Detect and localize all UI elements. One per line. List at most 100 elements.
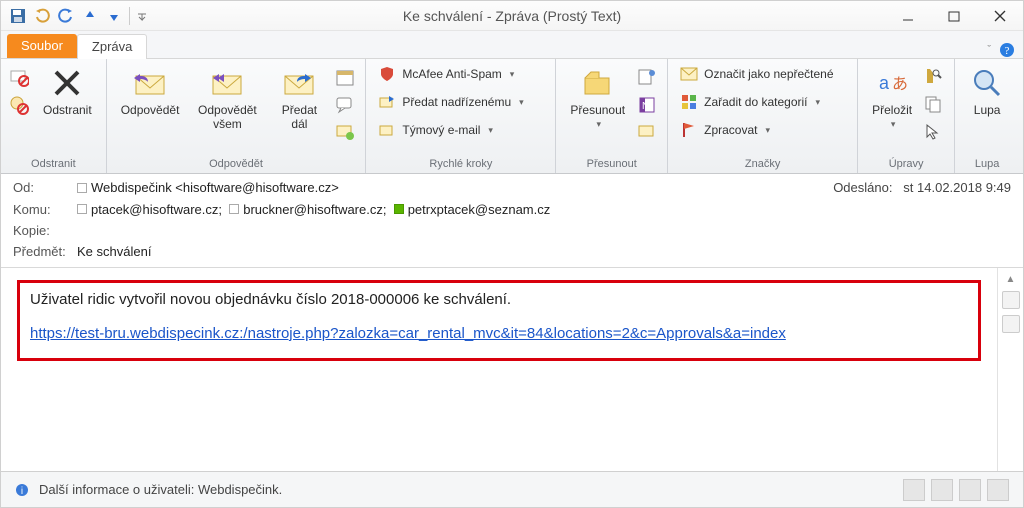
svg-text:i: i (21, 486, 23, 497)
flag-icon (680, 121, 698, 139)
presence-icon (77, 183, 87, 193)
im-reply-icon[interactable] (335, 95, 357, 117)
group-respond: Odpovědět Odpovědět všem Předat dál Odpo… (107, 59, 367, 173)
svg-text:?: ? (1005, 45, 1010, 57)
reply-all-button[interactable]: Odpovědět všem (191, 63, 263, 133)
cc-value (77, 223, 1011, 238)
people-pane-icon[interactable] (1002, 291, 1020, 309)
message-body-wrap: Uživatel ridic vytvořil novou objednávku… (1, 268, 1023, 471)
delete-icon (49, 65, 85, 101)
delete-button[interactable]: Odstranit (37, 63, 98, 119)
group-editing-label: Úpravy (866, 156, 946, 171)
message-body[interactable]: Uživatel ridic vytvořil novou objednávku… (1, 268, 997, 471)
group-move: Přesunout ▾ N Přesunout (556, 59, 668, 173)
zoom-icon (969, 65, 1005, 101)
followup-button[interactable]: Zpracovat▾ (676, 119, 849, 141)
window-controls (885, 1, 1023, 31)
subject-value: Ke schválení (77, 244, 1011, 259)
group-delete-label: Odstranit (9, 156, 98, 171)
forward-button[interactable]: Předat dál (269, 63, 329, 133)
qat-customize-icon[interactable] (129, 7, 147, 25)
from-label: Od: (13, 180, 77, 196)
to-values: ptacek@hisoftware.cz; bruckner@hisoftwar… (77, 202, 1011, 218)
group-tags: Označit jako nepřečtené Zařadit do kateg… (668, 59, 858, 173)
quick-antispam[interactable]: McAfee Anti-Spam▾ (374, 63, 547, 85)
delete-label: Odstranit (43, 103, 92, 117)
reply-icon (132, 65, 168, 101)
meeting-icon[interactable] (335, 67, 357, 89)
group-move-label: Přesunout (564, 156, 659, 171)
contact-photo[interactable] (959, 479, 981, 501)
presence-icon (77, 204, 87, 214)
reading-pane-tools: ▲ (997, 268, 1023, 471)
forward-icon (281, 65, 317, 101)
cc-label: Kopie: (13, 223, 77, 238)
reply-all-icon (209, 65, 245, 101)
contact-photo[interactable] (987, 479, 1009, 501)
tab-message[interactable]: Zpráva (77, 34, 147, 59)
help-icon[interactable]: ? (999, 42, 1015, 58)
rules-icon[interactable] (637, 67, 659, 89)
onenote-icon[interactable]: N (637, 95, 659, 117)
group-zoom: Lupa Lupa (955, 59, 1019, 173)
group-zoom-label: Lupa (963, 156, 1011, 171)
close-button[interactable] (977, 1, 1023, 31)
quick-access-toolbar (1, 7, 147, 25)
message-headers: Od: Webdispečink <hisoftware@hisoftware.… (1, 174, 1023, 263)
move-icon (580, 65, 616, 101)
scroll-up-icon[interactable]: ▲ (1006, 274, 1016, 285)
forward-small-icon (378, 93, 396, 111)
actions-icon[interactable] (637, 123, 659, 145)
maximize-button[interactable] (931, 1, 977, 31)
sent-label: Odesláno: (833, 180, 892, 195)
group-delete: Odstranit Odstranit (1, 59, 107, 173)
svg-text:あ: あ (892, 75, 908, 93)
categorize-button[interactable]: Zařadit do kategorií▾ (676, 91, 849, 113)
save-icon[interactable] (9, 7, 27, 25)
group-quick-steps: McAfee Anti-Spam▾ Předat nadřízenému▾ Tý… (366, 59, 556, 173)
highlight-box: Uživatel ridic vytvořil novou objednávku… (17, 280, 981, 361)
svg-text:a: a (879, 73, 890, 93)
subject-label: Předmět: (13, 244, 77, 259)
select-icon[interactable] (924, 123, 946, 145)
mark-unread-button[interactable]: Označit jako nepřečtené (676, 63, 849, 85)
hand-icon[interactable] (1002, 315, 1020, 333)
approval-link[interactable]: https://test-bru.webdispecink.cz:/nastro… (30, 325, 786, 342)
titlebar: Ke schválení - Zpráva (Prostý Text) (1, 1, 1023, 31)
contact-photo[interactable] (931, 479, 953, 501)
tab-file[interactable]: Soubor (7, 34, 77, 58)
ribbon-tabs: Soubor Zpráva ˇ ? (1, 31, 1023, 59)
people-photos (903, 479, 1009, 501)
group-editing: aあ Přeložit▾ Úpravy (858, 59, 955, 173)
translate-button[interactable]: aあ Přeložit▾ (866, 63, 918, 132)
ribbon-minimize-icon[interactable]: ˇ (987, 44, 991, 56)
categories-icon (680, 93, 698, 111)
next-item-icon[interactable] (105, 7, 123, 25)
sent-area: Odesláno: st 14.02.2018 9:49 (811, 180, 1011, 196)
presence-online-icon (394, 204, 404, 214)
ribbon: Odstranit Odstranit Odpovědět Odpovědět … (1, 59, 1023, 174)
group-quick-label: Rychlé kroky (374, 156, 547, 171)
zoom-button[interactable]: Lupa (963, 63, 1011, 119)
previous-item-icon[interactable] (81, 7, 99, 25)
group-respond-label: Odpovědět (115, 156, 358, 171)
reply-button[interactable]: Odpovědět (115, 63, 186, 119)
window-title: Ke schválení - Zpráva (Prostý Text) (403, 8, 621, 24)
junk-icon[interactable] (9, 95, 31, 117)
redo-icon[interactable] (57, 7, 75, 25)
more-respond-icon[interactable] (335, 123, 357, 145)
undo-icon[interactable] (33, 7, 51, 25)
quick-team[interactable]: Týmový e-mail▾ (374, 119, 547, 141)
reply-label: Odpovědět (121, 103, 180, 117)
people-pane: i Další informace o uživateli: Webdispeč… (1, 471, 1023, 507)
minimize-button[interactable] (885, 1, 931, 31)
quick-supervisor[interactable]: Předat nadřízenému▾ (374, 91, 547, 113)
envelope-icon (680, 65, 698, 83)
ignore-icon[interactable] (9, 67, 31, 89)
find-icon[interactable] (924, 67, 946, 89)
related-icon[interactable] (924, 95, 946, 117)
shield-icon (378, 65, 396, 83)
contact-photo[interactable] (903, 479, 925, 501)
move-button[interactable]: Přesunout ▾ (564, 63, 631, 132)
status-text: Další informace o uživateli: Webdispečin… (39, 482, 282, 497)
